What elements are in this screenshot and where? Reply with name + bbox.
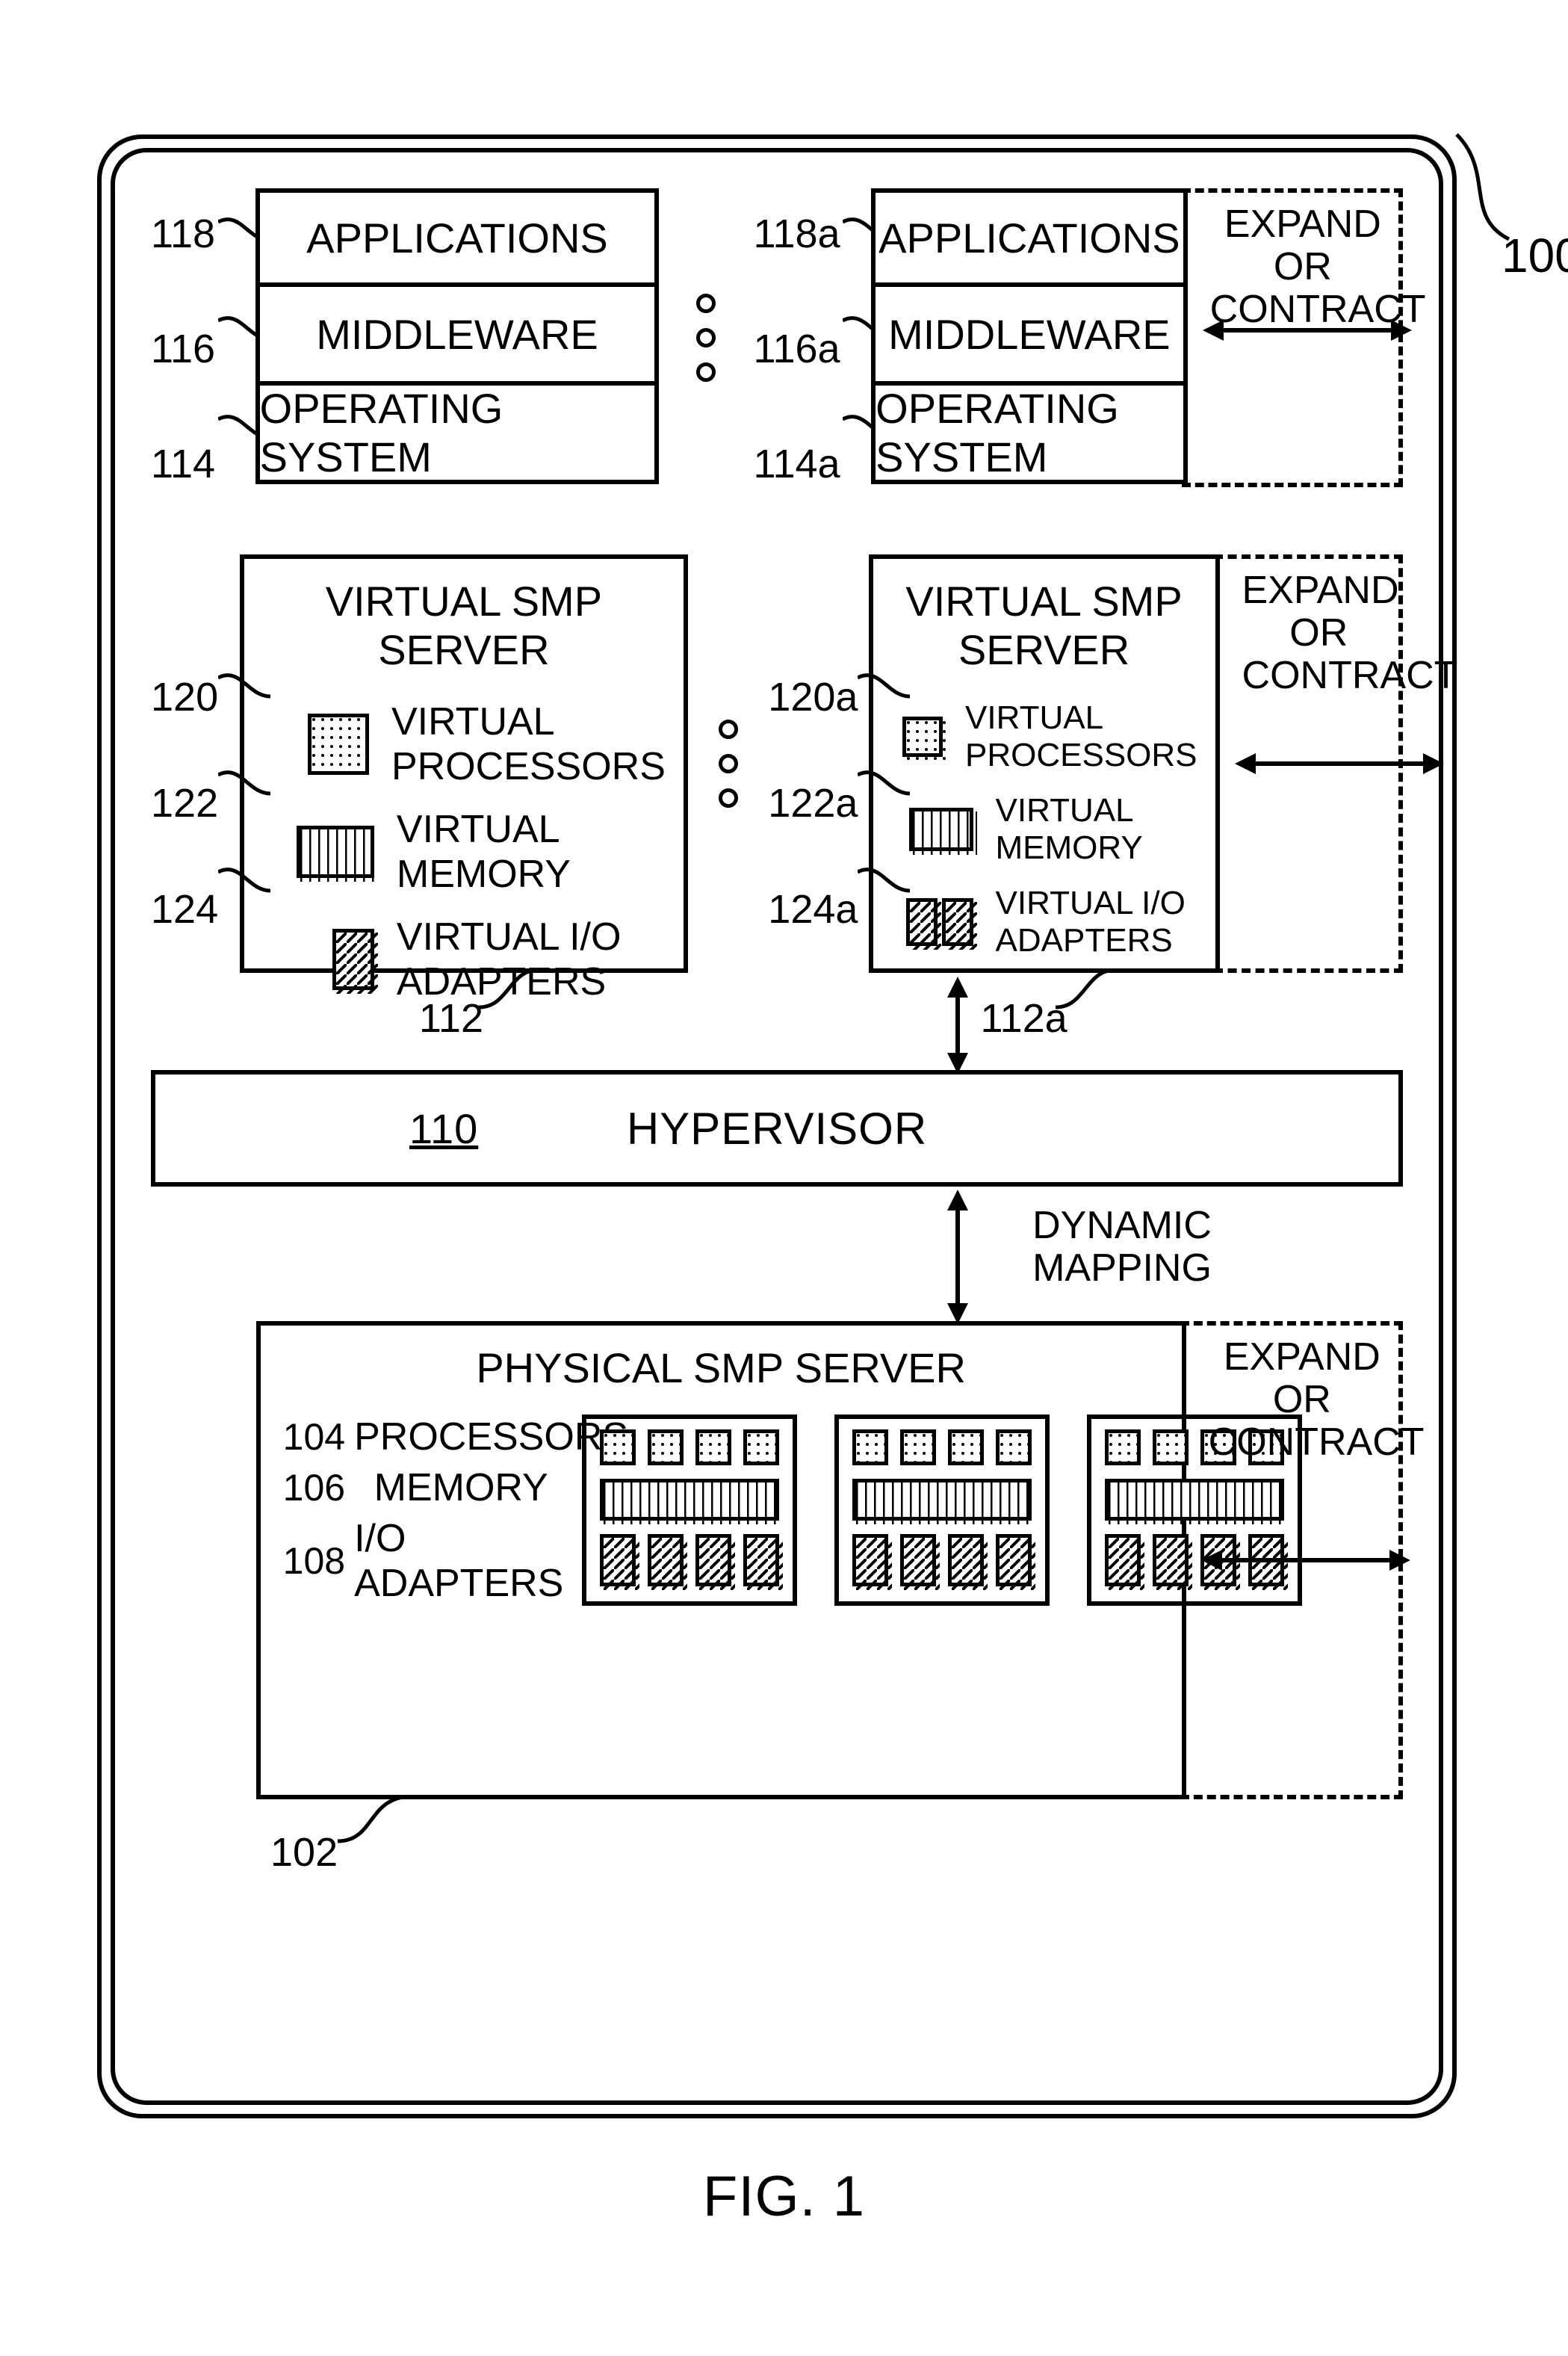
arrow-hyp-phys	[943, 1190, 973, 1324]
vsmp-proc-row-r: VIRTUAL PROCESSORS	[891, 699, 1197, 774]
leader-112	[479, 970, 546, 1015]
hypervisor-box: 110 HYPERVISOR	[151, 1070, 1403, 1187]
hypervisor-label: HYPERVISOR	[627, 1103, 927, 1154]
applications-box: APPLICATIONS	[255, 188, 660, 287]
ref-104: 104	[283, 1415, 345, 1459]
io-icon-l	[262, 929, 374, 990]
vsmp-mem-l: VIRTUAL MEMORY	[397, 807, 666, 897]
ref-122a: 122a	[768, 780, 868, 826]
ref-112a: 112a	[981, 995, 1067, 1042]
refs-right-sw: 118a 116a 114a	[753, 188, 871, 487]
phys-io-label: I/O ADAPTERS	[354, 1516, 563, 1606]
proc-icon-l	[262, 714, 369, 775]
page: 100 118 116 114	[0, 0, 1568, 2356]
sw-stack-left: APPLICATIONS MIDDLEWARE OPERATING SYSTEM	[255, 188, 660, 487]
expand-phys: EXPAND OR CONTRACT	[1186, 1321, 1403, 1799]
mem-icon-l	[262, 826, 374, 878]
expand-sw-label: EXPAND OR CONTRACT	[1210, 203, 1395, 332]
leader-102	[338, 1796, 420, 1849]
vsmp-title-l: VIRTUAL SMP SERVER	[262, 577, 666, 674]
arrow-vsmp-hyp	[943, 977, 973, 1074]
ref-114a: 114a	[753, 441, 871, 487]
vsmp-proc-l: VIRTUAL PROCESSORS	[391, 699, 666, 789]
hypervisor-row: 110 HYPERVISOR	[151, 1070, 1403, 1187]
vsmp-io-row-r: VIRTUAL I/O ADAPTERS	[891, 885, 1197, 959]
dynamic-mapping-label: DYNAMIC MAPPING	[1017, 1205, 1227, 1290]
ellipsis-sw	[659, 188, 753, 487]
ref-106: 106	[283, 1466, 365, 1509]
expand-sw: EXPAND OR CONTRACT	[1188, 188, 1403, 487]
proc-icon-r	[891, 717, 943, 757]
expand-vsmp: EXPAND OR CONTRACT	[1220, 554, 1403, 973]
phys-labels: 104 PROCESSORS 106 MEMORY 108 I/O ADAPTE…	[283, 1414, 552, 1606]
ellipsis-vsmp	[688, 554, 768, 973]
leader-112a	[1056, 970, 1123, 1015]
ref-102: 102	[270, 1829, 338, 1876]
vsmp-io-r: VIRTUAL I/O ADAPTERS	[996, 885, 1197, 959]
vsmp-proc-row-l: VIRTUAL PROCESSORS	[262, 699, 666, 789]
refs-right-vsmp: 120a 122a 124a	[768, 554, 868, 973]
sw-stack-right: APPLICATIONS MIDDLEWARE OPERATING SYSTEM	[871, 188, 1188, 487]
h-arrow-vsmp	[1235, 749, 1444, 779]
ref-112: 112	[419, 995, 483, 1042]
io-icon-r	[891, 898, 973, 946]
physical-box: PHYSICAL SMP SERVER 104 PROCESSORS 106 M…	[256, 1321, 1186, 1799]
vsmp-left: VIRTUAL SMP SERVER VIRTUAL PROCESSORS	[240, 554, 688, 973]
phys-node	[834, 1414, 1050, 1606]
vsmp-box-right: VIRTUAL SMP SERVER VIRTUAL PROCESSORS	[869, 554, 1220, 973]
vsmp-mem-row-l: VIRTUAL MEMORY	[262, 807, 666, 897]
vsmp-io-row-l: VIRTUAL I/O ADAPTERS	[262, 915, 666, 1004]
middleware-box: MIDDLEWARE	[255, 287, 660, 386]
figure-label: FIG. 1	[0, 2164, 1568, 2229]
vsmp-mem-r: VIRTUAL MEMORY	[996, 792, 1197, 867]
expand-phys-label: EXPAND OR CONTRACT	[1209, 1336, 1395, 1465]
ref-124a: 124a	[768, 886, 868, 933]
phys-proc-lrow: 104 PROCESSORS	[283, 1414, 552, 1459]
outer-frame-inner: 118 116 114 APPLICATIONS MIDDLEWARE OPER…	[111, 148, 1443, 2105]
h-arrow-phys	[1201, 1545, 1410, 1575]
vsmp-box-left: VIRTUAL SMP SERVER VIRTUAL PROCESSORS	[240, 554, 688, 973]
outer-frame: 118 116 114 APPLICATIONS MIDDLEWARE OPER…	[97, 135, 1457, 2118]
physical-row: PHYSICAL SMP SERVER 104 PROCESSORS 106 M…	[151, 1321, 1403, 1829]
phys-title: PHYSICAL SMP SERVER	[283, 1344, 1159, 1392]
ref-108: 108	[283, 1539, 345, 1583]
phys-body: 104 PROCESSORS 106 MEMORY 108 I/O ADAPTE…	[283, 1414, 1159, 1606]
mem-icon-r	[891, 808, 973, 851]
phys-node	[582, 1414, 797, 1606]
os-box: OPERATING SYSTEM	[255, 386, 660, 484]
virtual-smp-row: 120 122 124 VIRTUAL SMP SERVER	[151, 554, 1403, 973]
vsmp-right: VIRTUAL SMP SERVER VIRTUAL PROCESSORS	[869, 554, 1220, 973]
vsmp-mem-row-r: VIRTUAL MEMORY	[891, 792, 1197, 867]
phys-io-lrow: 108 I/O ADAPTERS	[283, 1516, 552, 1606]
os-box-r: OPERATING SYSTEM	[871, 386, 1188, 484]
refs-left-vsmp: 120 122 124	[151, 554, 240, 973]
refs-left-sw: 118 116 114	[151, 188, 255, 487]
h-arrow-sw	[1203, 315, 1412, 345]
phys-mem-label: MEMORY	[374, 1465, 548, 1510]
refs-left-phys	[151, 1321, 256, 1829]
ref-110: 110	[409, 1104, 478, 1153]
ref-114: 114	[151, 441, 255, 487]
middleware-box-r: MIDDLEWARE	[871, 287, 1188, 386]
software-stack-row: 118 116 114 APPLICATIONS MIDDLEWARE OPER…	[151, 188, 1403, 487]
phys-mem-lrow: 106 MEMORY	[283, 1465, 552, 1510]
vsmp-proc-r: VIRTUAL PROCESSORS	[965, 699, 1197, 774]
expand-vsmp-label: EXPAND OR CONTRACT	[1242, 569, 1395, 698]
ref-120a: 120a	[768, 674, 868, 720]
vsmp-title-r: VIRTUAL SMP SERVER	[891, 577, 1197, 674]
applications-box-r: APPLICATIONS	[871, 188, 1188, 287]
diagram-content: 118 116 114 APPLICATIONS MIDDLEWARE OPER…	[151, 188, 1403, 2065]
ref-100: 100	[1502, 228, 1568, 283]
